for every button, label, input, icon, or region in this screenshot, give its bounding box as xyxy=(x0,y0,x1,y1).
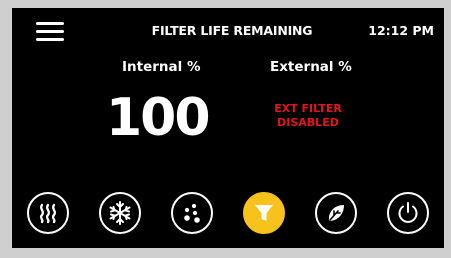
power-icon xyxy=(398,202,418,223)
internal-label: Internal % xyxy=(122,59,201,75)
external-status-line-1: EXT FILTER xyxy=(274,102,342,115)
particles-button[interactable] xyxy=(171,192,213,234)
snowflake-icon xyxy=(109,201,131,225)
external-label: External % xyxy=(270,59,352,75)
page-title: FILTER LIFE REMAINING xyxy=(151,23,313,38)
dots-icon xyxy=(184,203,200,223)
heat-icon xyxy=(39,203,56,224)
external-filter-status: EXT FILTER DISABLED xyxy=(258,102,358,130)
power-button[interactable] xyxy=(387,192,429,234)
display-screen: FILTER LIFE REMAINING 12:12 PM Internal … xyxy=(12,8,444,248)
eco-button[interactable] xyxy=(315,192,357,234)
external-status-line-2: DISABLED xyxy=(277,116,339,129)
heat-button[interactable] xyxy=(27,192,69,234)
filter-button[interactable] xyxy=(243,192,285,234)
clock-time: 12:12 PM xyxy=(368,23,434,38)
hamburger-menu-icon[interactable] xyxy=(36,22,64,42)
internal-filter-value: 100 xyxy=(106,88,211,148)
filter-funnel-icon xyxy=(255,205,273,221)
cool-button[interactable] xyxy=(99,192,141,234)
leaf-icon xyxy=(328,205,344,221)
